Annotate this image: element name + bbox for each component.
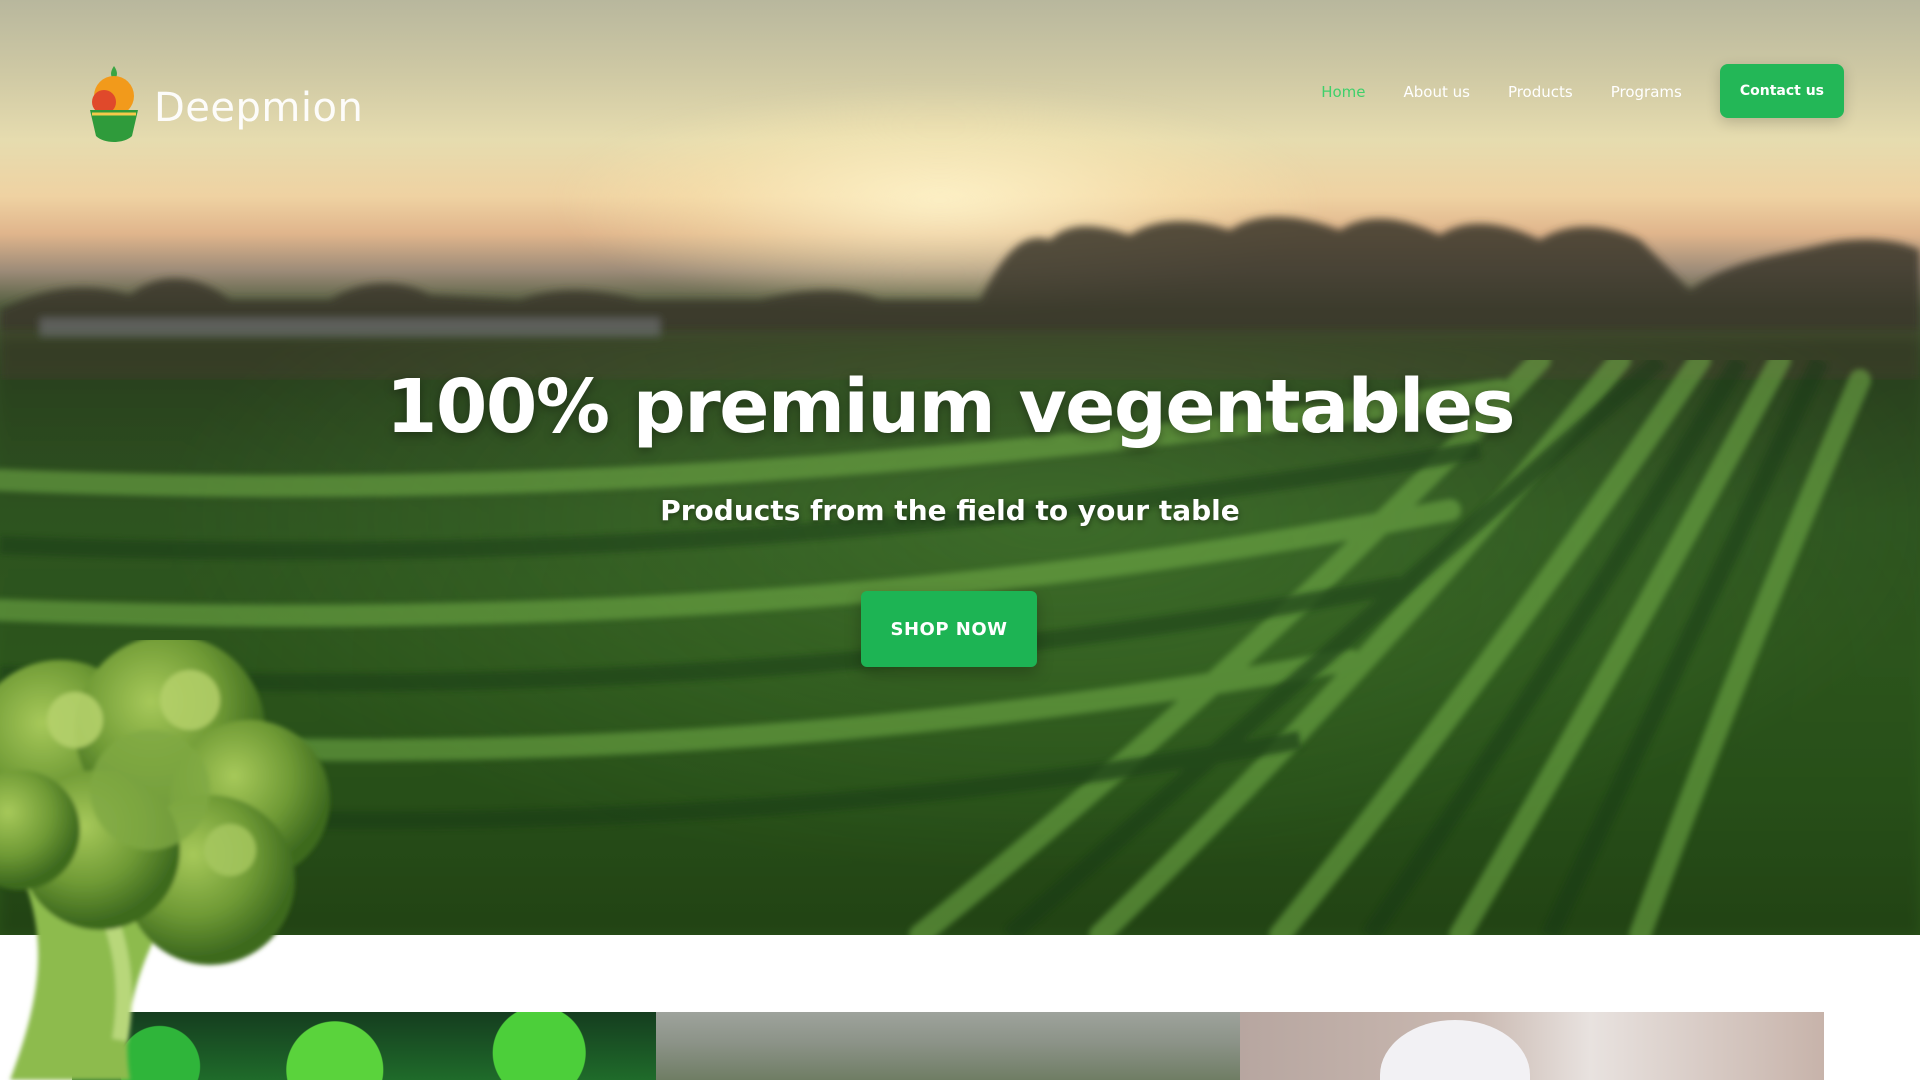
gallery-tile-farmer[interactable] — [1240, 1012, 1824, 1080]
broccoli-image — [0, 640, 330, 1080]
nav-link-programs[interactable]: Programs — [1611, 83, 1682, 101]
nav-link-products[interactable]: Products — [1508, 83, 1573, 101]
fruit-basket-logo-icon — [90, 66, 138, 142]
hero-subtitle: Products from the field to your table — [660, 494, 1240, 527]
gallery-tile-field[interactable] — [656, 1012, 1240, 1080]
brand-logo[interactable]: Deepmion — [84, 62, 363, 148]
contact-us-button[interactable]: Contact us — [1719, 64, 1844, 118]
shop-now-button[interactable]: SHOP NOW — [861, 591, 1037, 667]
nav-link-about-us[interactable]: About us — [1403, 83, 1469, 101]
farmer-hat — [1380, 1020, 1530, 1080]
nav-link-home[interactable]: Home — [1321, 83, 1365, 101]
main-nav: Home About us Products Programs Contact … — [1321, 64, 1844, 118]
hero-title: 100% premium vegentables — [385, 364, 1516, 450]
brand-name: Deepmion — [154, 85, 364, 131]
